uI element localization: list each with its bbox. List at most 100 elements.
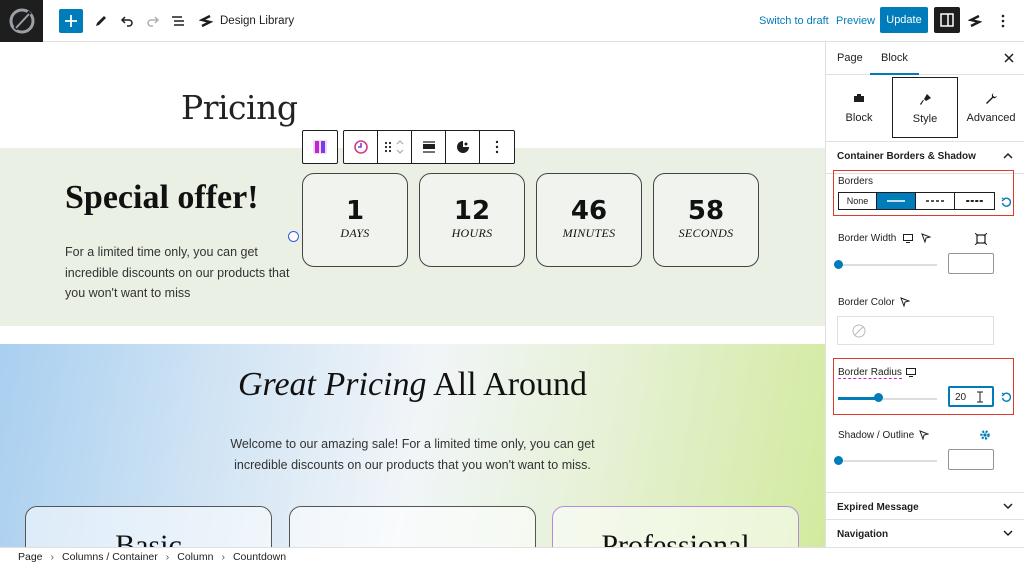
great-pricing-title[interactable]: Great Pricing All Around (0, 366, 825, 404)
special-offer-section[interactable]: Special offer! For a limited time only, … (0, 148, 825, 326)
price-card-basic[interactable]: Basic (25, 506, 272, 547)
border-width-input[interactable] (948, 253, 994, 274)
countdown-days-label: DAYS (340, 226, 370, 240)
select-parent-button[interactable] (303, 131, 337, 163)
border-radius-label: Border Radius (838, 367, 902, 379)
drag-handle[interactable] (378, 131, 412, 163)
offer-text[interactable]: For a limited time only, you can get inc… (65, 242, 290, 304)
redo-button[interactable] (143, 9, 163, 33)
tab-page[interactable]: Page (826, 42, 874, 75)
countdown-seconds-value: 58 (687, 196, 725, 226)
great-pricing-title-italic: Great Pricing (237, 366, 427, 403)
inspector-mode-tabs: Block Style Advanced (826, 75, 1024, 142)
navigation-panel[interactable]: Navigation (826, 519, 1024, 547)
border-style-control: None (838, 192, 995, 210)
chevron-down-icon (1003, 530, 1013, 537)
border-width-slider-thumb[interactable] (834, 260, 843, 269)
pencil-icon (96, 16, 106, 26)
shadow-input[interactable] (948, 449, 994, 470)
border-color-label: Border Color (838, 297, 895, 308)
settings-toggle-button[interactable] (934, 7, 960, 33)
panel-title: Expired Message (837, 502, 919, 513)
chevron-down-icon (1003, 503, 1013, 510)
block-options-button[interactable] (480, 131, 514, 163)
border-width-slider-track[interactable] (838, 264, 937, 266)
great-pricing-paragraph: Welcome to our amazing sale! For a limit… (230, 437, 595, 472)
countdown-days-box[interactable]: 1 DAYS (302, 173, 408, 267)
expired-message-panel[interactable]: Expired Message (826, 492, 1024, 520)
shadow-outline-label: Shadow / Outline (838, 430, 915, 441)
breadcrumb-item[interactable]: Page (18, 551, 43, 563)
editor-canvas[interactable]: Pricing Special offer! For a limited tim… (0, 42, 825, 547)
shadow-slider-track[interactable] (838, 460, 937, 462)
countdown-hours-box[interactable]: 12 HOURS (419, 173, 525, 267)
border-radius-slider-thumb[interactable] (874, 393, 883, 402)
breadcrumb-item[interactable]: Countdown (233, 551, 286, 563)
breadcrumb-item[interactable]: Column (177, 551, 213, 563)
style-copy-button[interactable] (446, 131, 480, 163)
stackable-s-icon (968, 14, 982, 28)
price-card-middle[interactable] (289, 506, 536, 547)
document-overview-button[interactable] (168, 9, 188, 33)
settings-sidebar: Page Block Block Style Advanced Containe… (825, 42, 1024, 547)
offer-title[interactable]: Special offer! (65, 179, 259, 217)
border-style-dashed[interactable] (916, 193, 955, 209)
document-title: Design Library (220, 15, 295, 27)
border-radius-input[interactable]: 20 (948, 386, 994, 407)
parent-block-group (302, 130, 338, 164)
mode-label: Block (845, 112, 873, 124)
countdown-hours-label: HOURS (451, 226, 493, 240)
price-card-title: Basic (115, 529, 182, 547)
preview-button[interactable]: Preview (836, 9, 875, 33)
tab-block[interactable]: Block (870, 42, 919, 75)
responsive-desktop-icon[interactable] (905, 366, 917, 378)
shadow-settings-button[interactable] (978, 428, 992, 442)
update-button[interactable]: Update (880, 7, 928, 33)
tools-button[interactable] (91, 9, 111, 33)
stackable-settings-button[interactable] (965, 9, 985, 33)
reset-radius-button[interactable] (1000, 391, 1012, 403)
close-sidebar-button[interactable] (1001, 50, 1017, 66)
link-sides-icon[interactable] (974, 232, 988, 246)
undo-button[interactable] (117, 9, 137, 33)
block-controls-group (343, 130, 515, 164)
responsive-desktop-icon[interactable] (902, 232, 914, 244)
border-color-picker[interactable] (837, 316, 994, 345)
reset-icon (1001, 197, 1011, 207)
shadow-slider-thumb[interactable] (834, 456, 843, 465)
mode-block-tab[interactable]: Block (826, 77, 892, 138)
great-pricing-text[interactable]: Welcome to our amazing sale! For a limit… (0, 434, 825, 476)
dotted-line-icon (965, 200, 985, 202)
reset-icon (1001, 392, 1011, 402)
mode-style-tab[interactable]: Style (892, 77, 958, 138)
gear-icon (980, 430, 990, 440)
document-title-bar[interactable]: Design Library (199, 9, 294, 33)
palette-icon (456, 141, 469, 153)
border-style-none[interactable]: None (839, 193, 877, 209)
column-resize-handle[interactable] (288, 231, 299, 242)
switch-to-draft-button[interactable]: Switch to draft (759, 9, 829, 33)
hover-state-icon[interactable] (899, 296, 911, 308)
breadcrumb-item[interactable]: Columns / Container (62, 551, 158, 563)
countdown-seconds-box[interactable]: 58 SECONDS (653, 173, 759, 267)
great-pricing-section[interactable]: Great Pricing All Around Welcome to our … (0, 344, 825, 547)
page-heading[interactable]: Pricing (181, 88, 298, 127)
hover-state-icon[interactable] (918, 429, 930, 441)
block-type-button[interactable] (344, 131, 378, 163)
border-style-solid[interactable] (877, 193, 916, 209)
hover-state-icon[interactable] (920, 232, 932, 244)
options-menu-button[interactable] (993, 9, 1013, 33)
alignment-button[interactable] (412, 131, 446, 163)
block-breadcrumb: Page › Columns / Container › Column › Co… (0, 547, 1024, 565)
border-style-dotted[interactable] (955, 193, 994, 209)
mode-advanced-tab[interactable]: Advanced (958, 77, 1024, 138)
stackable-logo[interactable] (0, 0, 43, 42)
add-block-button[interactable] (59, 9, 83, 33)
price-card-professional[interactable]: Professional (552, 506, 799, 547)
panel-title: Navigation (837, 529, 889, 540)
countdown-minutes-box[interactable]: 46 MINUTES (536, 173, 642, 267)
countdown-days-value: 1 (345, 196, 365, 226)
align-wide-icon (422, 141, 435, 153)
reset-borders-button[interactable] (1000, 196, 1012, 208)
plus-icon (65, 15, 77, 27)
